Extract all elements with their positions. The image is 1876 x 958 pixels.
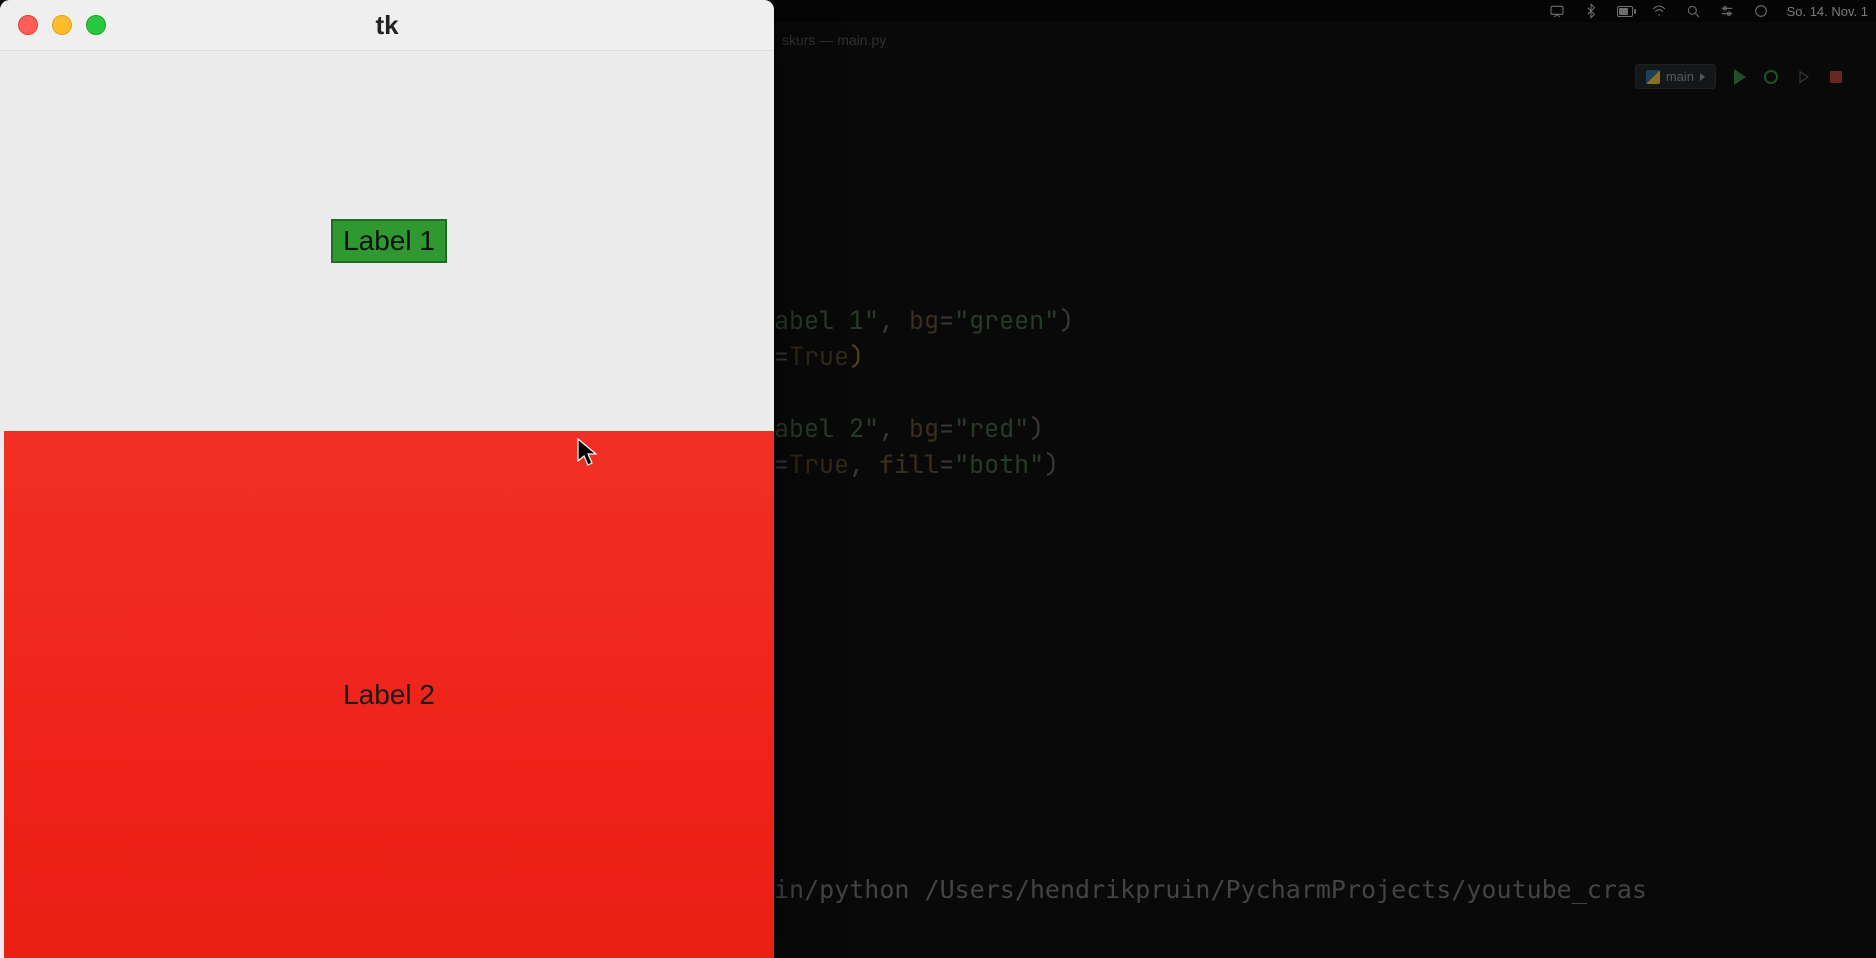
- titlebar[interactable]: tk: [0, 0, 774, 51]
- label-1: Label 1: [331, 219, 447, 263]
- bottom-pane: Label 2: [4, 431, 774, 958]
- run-with-coverage-icon[interactable]: [1796, 69, 1812, 85]
- top-pane: Label 1: [4, 51, 774, 431]
- desktop: So. 14. Nov. 1 skurs — main.py main abel: [0, 0, 1876, 958]
- tk-app-window: tk Label 1 Label 2: [0, 0, 774, 958]
- terminal-output[interactable]: in/python /Users/hendrikpruin/PycharmPro…: [774, 875, 1876, 904]
- control-center-icon[interactable]: [1719, 3, 1735, 19]
- chevron-down-icon: [1700, 73, 1705, 81]
- debug-icon[interactable]: [1764, 70, 1778, 84]
- python-icon: [1646, 70, 1660, 84]
- wifi-icon[interactable]: [1651, 3, 1667, 19]
- run-icon[interactable]: [1734, 69, 1746, 85]
- battery-icon[interactable]: [1617, 3, 1633, 19]
- siri-icon[interactable]: [1753, 3, 1769, 19]
- spotlight-search-icon[interactable]: [1685, 3, 1701, 19]
- window-title: tk: [375, 10, 398, 41]
- run-config-selector[interactable]: main: [1635, 64, 1716, 89]
- window-controls: [18, 15, 106, 35]
- ide-toolbar: main: [1617, 64, 1860, 89]
- zoom-icon[interactable]: [86, 15, 106, 35]
- run-config-name: main: [1666, 69, 1694, 84]
- editor-code[interactable]: abel 1", bg="green") =True) abel 2", bg=…: [774, 302, 1876, 482]
- ide-window: skurs — main.py main abel 1", bg="green"…: [774, 22, 1876, 958]
- minimize-icon[interactable]: [52, 15, 72, 35]
- bluetooth-icon[interactable]: [1583, 3, 1599, 19]
- macos-menubar: So. 14. Nov. 1: [774, 0, 1876, 22]
- tk-body: Label 1 Label 2: [4, 51, 774, 958]
- label-2: Label 2: [343, 679, 435, 711]
- ide-tab-title: skurs — main.py: [774, 32, 886, 54]
- close-icon[interactable]: [18, 15, 38, 35]
- menubar-clock[interactable]: So. 14. Nov. 1: [1787, 4, 1868, 19]
- screen-mirroring-icon[interactable]: [1549, 3, 1565, 19]
- stop-icon[interactable]: [1830, 71, 1842, 83]
